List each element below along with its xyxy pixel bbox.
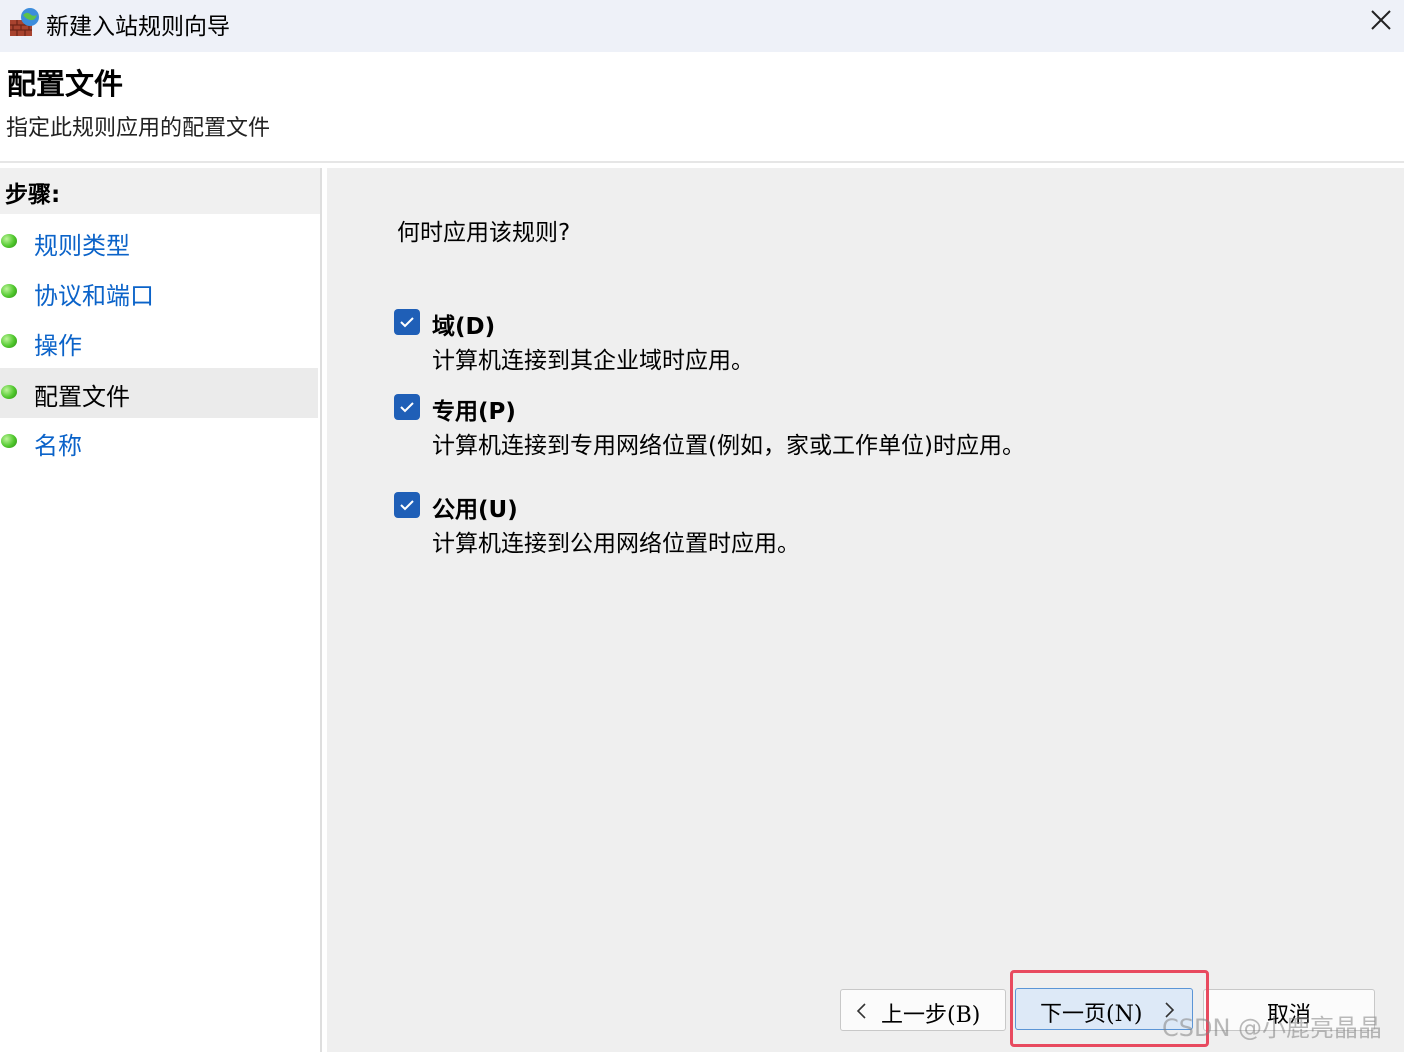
chevron-left-icon xyxy=(856,1003,866,1019)
public-checkbox[interactable] xyxy=(394,492,420,518)
steps-label: 步骤: xyxy=(5,182,61,208)
step-profile: 配置文件 xyxy=(0,368,318,418)
firewall-icon xyxy=(8,6,40,38)
close-icon xyxy=(1371,10,1391,30)
step-action[interactable]: 操作 xyxy=(0,317,318,367)
option-title: 专用(P) xyxy=(432,399,516,425)
option-title: 公用(U) xyxy=(432,497,518,523)
checkmark-icon xyxy=(400,317,414,328)
page-subtitle: 指定此规则应用的配置文件 xyxy=(6,116,271,141)
steps-header: 步骤: xyxy=(0,168,320,214)
step-protocol-ports[interactable]: 协议和端口 xyxy=(0,267,318,317)
step-rule-type[interactable]: 规则类型 xyxy=(0,217,318,267)
option-description: 计算机连接到专用网络位置(例如，家或工作单位)时应用。 xyxy=(432,433,1025,459)
step-bullet-icon xyxy=(1,385,17,399)
steps-sidebar: 步骤: 规则类型 协议和端口 操作 配置文件 名称 xyxy=(0,168,322,1052)
back-button[interactable]: 上一步(B) xyxy=(840,989,1006,1031)
back-button-label: 上一步(B) xyxy=(881,1003,981,1028)
main-panel: 何时应用该规则? 域(D) 计算机连接到其企业域时应用。 专用(P) 计算机连接… xyxy=(327,168,1404,1052)
window-title: 新建入站规则向导 xyxy=(46,14,230,40)
profile-question: 何时应用该规则? xyxy=(397,220,571,246)
step-label[interactable]: 名称 xyxy=(34,426,82,461)
step-bullet-icon xyxy=(1,284,17,298)
step-bullet-icon xyxy=(1,334,17,348)
watermark: CSDN @小鹿亮晶晶 xyxy=(1162,1014,1383,1042)
step-name[interactable]: 名称 xyxy=(0,417,318,467)
title-bar: 新建入站规则向导 xyxy=(0,0,1404,52)
step-label[interactable]: 操作 xyxy=(34,326,82,361)
option-domain: 域(D) 计算机连接到其企业域时应用。 xyxy=(394,306,1154,376)
checkmark-icon xyxy=(400,500,414,511)
page-title: 配置文件 xyxy=(7,67,124,101)
step-bullet-icon xyxy=(1,234,17,248)
option-description: 计算机连接到公用网络位置时应用。 xyxy=(432,531,800,557)
domain-checkbox[interactable] xyxy=(394,309,420,335)
page-header: 配置文件 指定此规则应用的配置文件 xyxy=(0,52,1404,163)
step-label[interactable]: 规则类型 xyxy=(34,226,130,261)
option-description: 计算机连接到其企业域时应用。 xyxy=(432,348,754,374)
step-label[interactable]: 协议和端口 xyxy=(34,276,154,311)
checkmark-icon xyxy=(400,402,414,413)
option-title: 域(D) xyxy=(432,314,496,340)
option-private: 专用(P) 计算机连接到专用网络位置(例如，家或工作单位)时应用。 xyxy=(394,391,1154,461)
close-button[interactable] xyxy=(1358,0,1404,44)
step-label: 配置文件 xyxy=(34,383,130,411)
step-bullet-icon xyxy=(1,434,17,448)
private-checkbox[interactable] xyxy=(394,394,420,420)
option-public: 公用(U) 计算机连接到公用网络位置时应用。 xyxy=(394,489,1154,559)
